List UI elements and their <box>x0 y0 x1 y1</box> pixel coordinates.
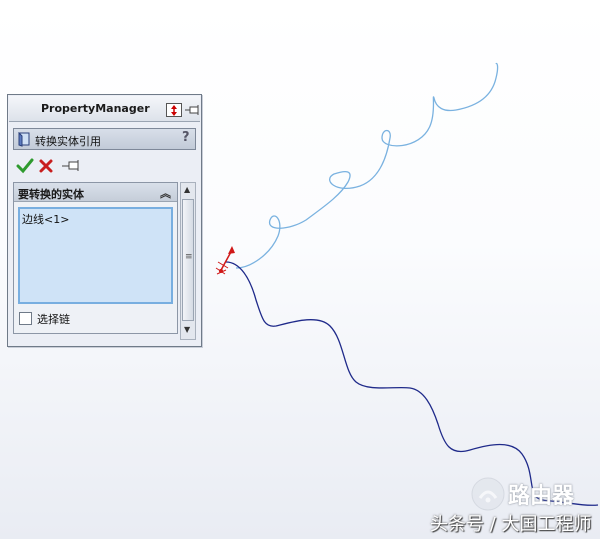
action-buttons <box>16 157 96 175</box>
check-icon[interactable] <box>16 157 34 175</box>
converted-curve[interactable] <box>225 261 599 506</box>
feature-title: 转换实体引用 <box>35 135 101 148</box>
convert-entities-icon <box>17 131 32 147</box>
watermark-brand: 路由器 <box>508 484 575 509</box>
scrollbar[interactable]: ▲ ≡ ▼ <box>180 182 196 340</box>
entities-to-convert-group: 要转换的实体 ︽ 边线<1> 选择链 <box>13 182 178 334</box>
pin-icon[interactable] <box>184 102 200 116</box>
property-manager-panel: PropertyManager 转换实体引用 ? 要转换的实体 ︽ 边线<1> … <box>7 94 202 347</box>
scroll-thumb[interactable]: ≡ <box>182 199 194 321</box>
list-item[interactable]: 边线<1> <box>22 211 69 227</box>
scroll-up-icon[interactable]: ▲ <box>184 185 190 194</box>
helix-curve[interactable] <box>235 62 499 269</box>
group-title: 要转换的实体 <box>18 188 84 201</box>
help-icon[interactable]: ? <box>182 130 190 145</box>
feature-title-bar: 转换实体引用 ? <box>13 128 196 150</box>
group-header[interactable]: 要转换的实体 ︽ <box>14 183 177 202</box>
property-manager-header: PropertyManager <box>9 96 200 122</box>
select-chain-checkbox[interactable] <box>19 312 32 325</box>
watermark-text: 头条号 / 大国工程师 <box>430 514 592 535</box>
grip-icon: ≡ <box>185 252 193 262</box>
scroll-down-icon[interactable]: ▼ <box>184 325 190 334</box>
selection-list[interactable]: 边线<1> <box>18 207 173 304</box>
router-logo-icon <box>470 476 506 512</box>
select-chain-option[interactable]: 选择链 <box>19 311 139 327</box>
chevron-up-icon[interactable]: ︽ <box>160 185 171 201</box>
close-icon[interactable] <box>38 158 54 174</box>
property-manager-title: PropertyManager <box>41 102 150 115</box>
expand-panel-icon[interactable] <box>166 102 182 117</box>
triad-marker <box>215 246 235 275</box>
pin-icon[interactable] <box>61 158 81 174</box>
select-chain-label: 选择链 <box>37 313 70 326</box>
